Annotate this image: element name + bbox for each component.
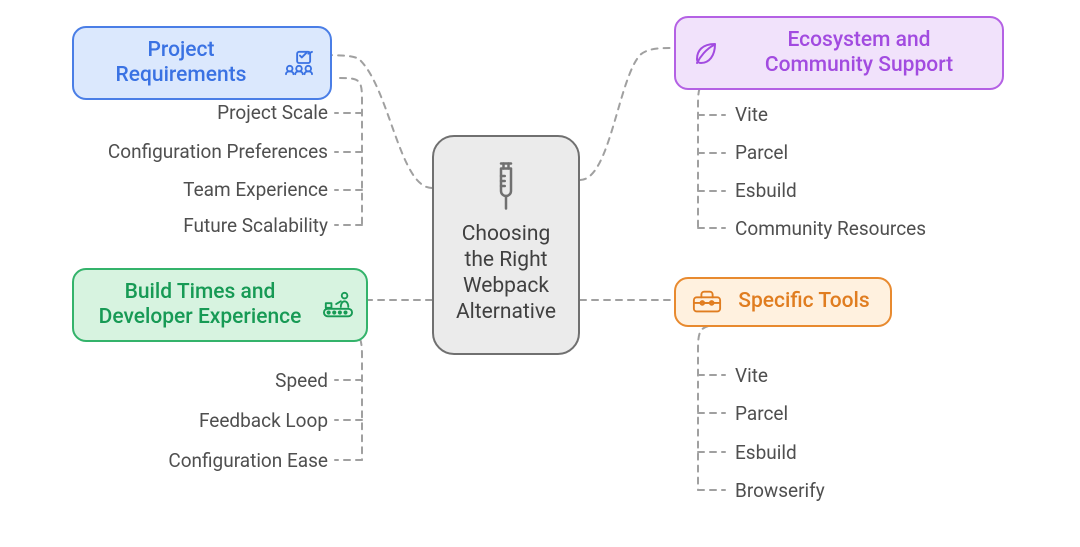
leaf-esbuild-1: Esbuild [735,179,797,202]
syringe-icon [491,161,521,215]
center-line2: the Right [464,248,547,272]
leaf-feedback-loop: Feedback Loop [80,409,328,432]
leaf-esbuild-2: Esbuild [735,441,797,464]
leaf-text: Speed [275,369,328,392]
leaf-text: Configuration Preferences [108,140,328,163]
leaf-browserify: Browserify [735,479,825,502]
branch-build-times: Build Times and Developer Experience [72,268,368,342]
leaf-team-experience: Team Experience [80,178,328,201]
checklist-icon [284,50,314,76]
branch-label: Build Times and Developer Experience [90,280,310,330]
branch-project-requirements: Project Requirements [72,26,332,100]
center-node: Choosing the Right Webpack Alternative [432,135,580,355]
leaf-text: Browserify [735,479,825,502]
leaf-text: Esbuild [735,441,797,464]
leaf-speed: Speed [80,369,328,392]
center-line3: Webpack [463,274,549,298]
leaf-text: Feedback Loop [199,409,328,432]
center-line1: Choosing [462,222,551,246]
branch-ecosystem: Ecosystem and Community Support [674,16,1004,90]
leaf-vite-2: Vite [735,364,768,387]
mindmap-canvas: Choosing the Right Webpack Alternative P… [0,0,1080,547]
leaf-config-prefs: Configuration Preferences [80,140,328,163]
leaf-text: Configuration Ease [168,449,328,472]
branch-label: Ecosystem and Community Support [732,28,986,78]
branch-label: Project Requirements [90,38,272,88]
leaf-text: Parcel [735,402,788,425]
leaf-vite-1: Vite [735,103,768,126]
leaf-parcel-1: Parcel [735,141,788,164]
leaf-config-ease: Configuration Ease [80,449,328,472]
leaf-text: Project Scale [217,101,328,124]
leaf-community-resources: Community Resources [735,217,926,240]
leaf-text: Future Scalability [183,214,328,237]
branch-label: Specific Tools [734,289,874,314]
branch-specific-tools: Specific Tools [674,277,892,327]
center-title: Choosing the Right Webpack Alternative [456,221,556,326]
conveyor-icon [322,290,354,320]
leaf-text: Community Resources [735,217,926,240]
leaf-icon [692,39,720,67]
leaf-future-scalability: Future Scalability [80,214,328,237]
leaf-text: Parcel [735,141,788,164]
leaf-text: Esbuild [735,179,797,202]
toolbox-icon [692,289,722,315]
center-line4: Alternative [456,300,556,324]
leaf-text: Vite [735,364,768,387]
leaf-text: Vite [735,103,768,126]
leaf-text: Team Experience [183,178,328,201]
leaf-parcel-2: Parcel [735,402,788,425]
leaf-project-scale: Project Scale [80,101,328,124]
